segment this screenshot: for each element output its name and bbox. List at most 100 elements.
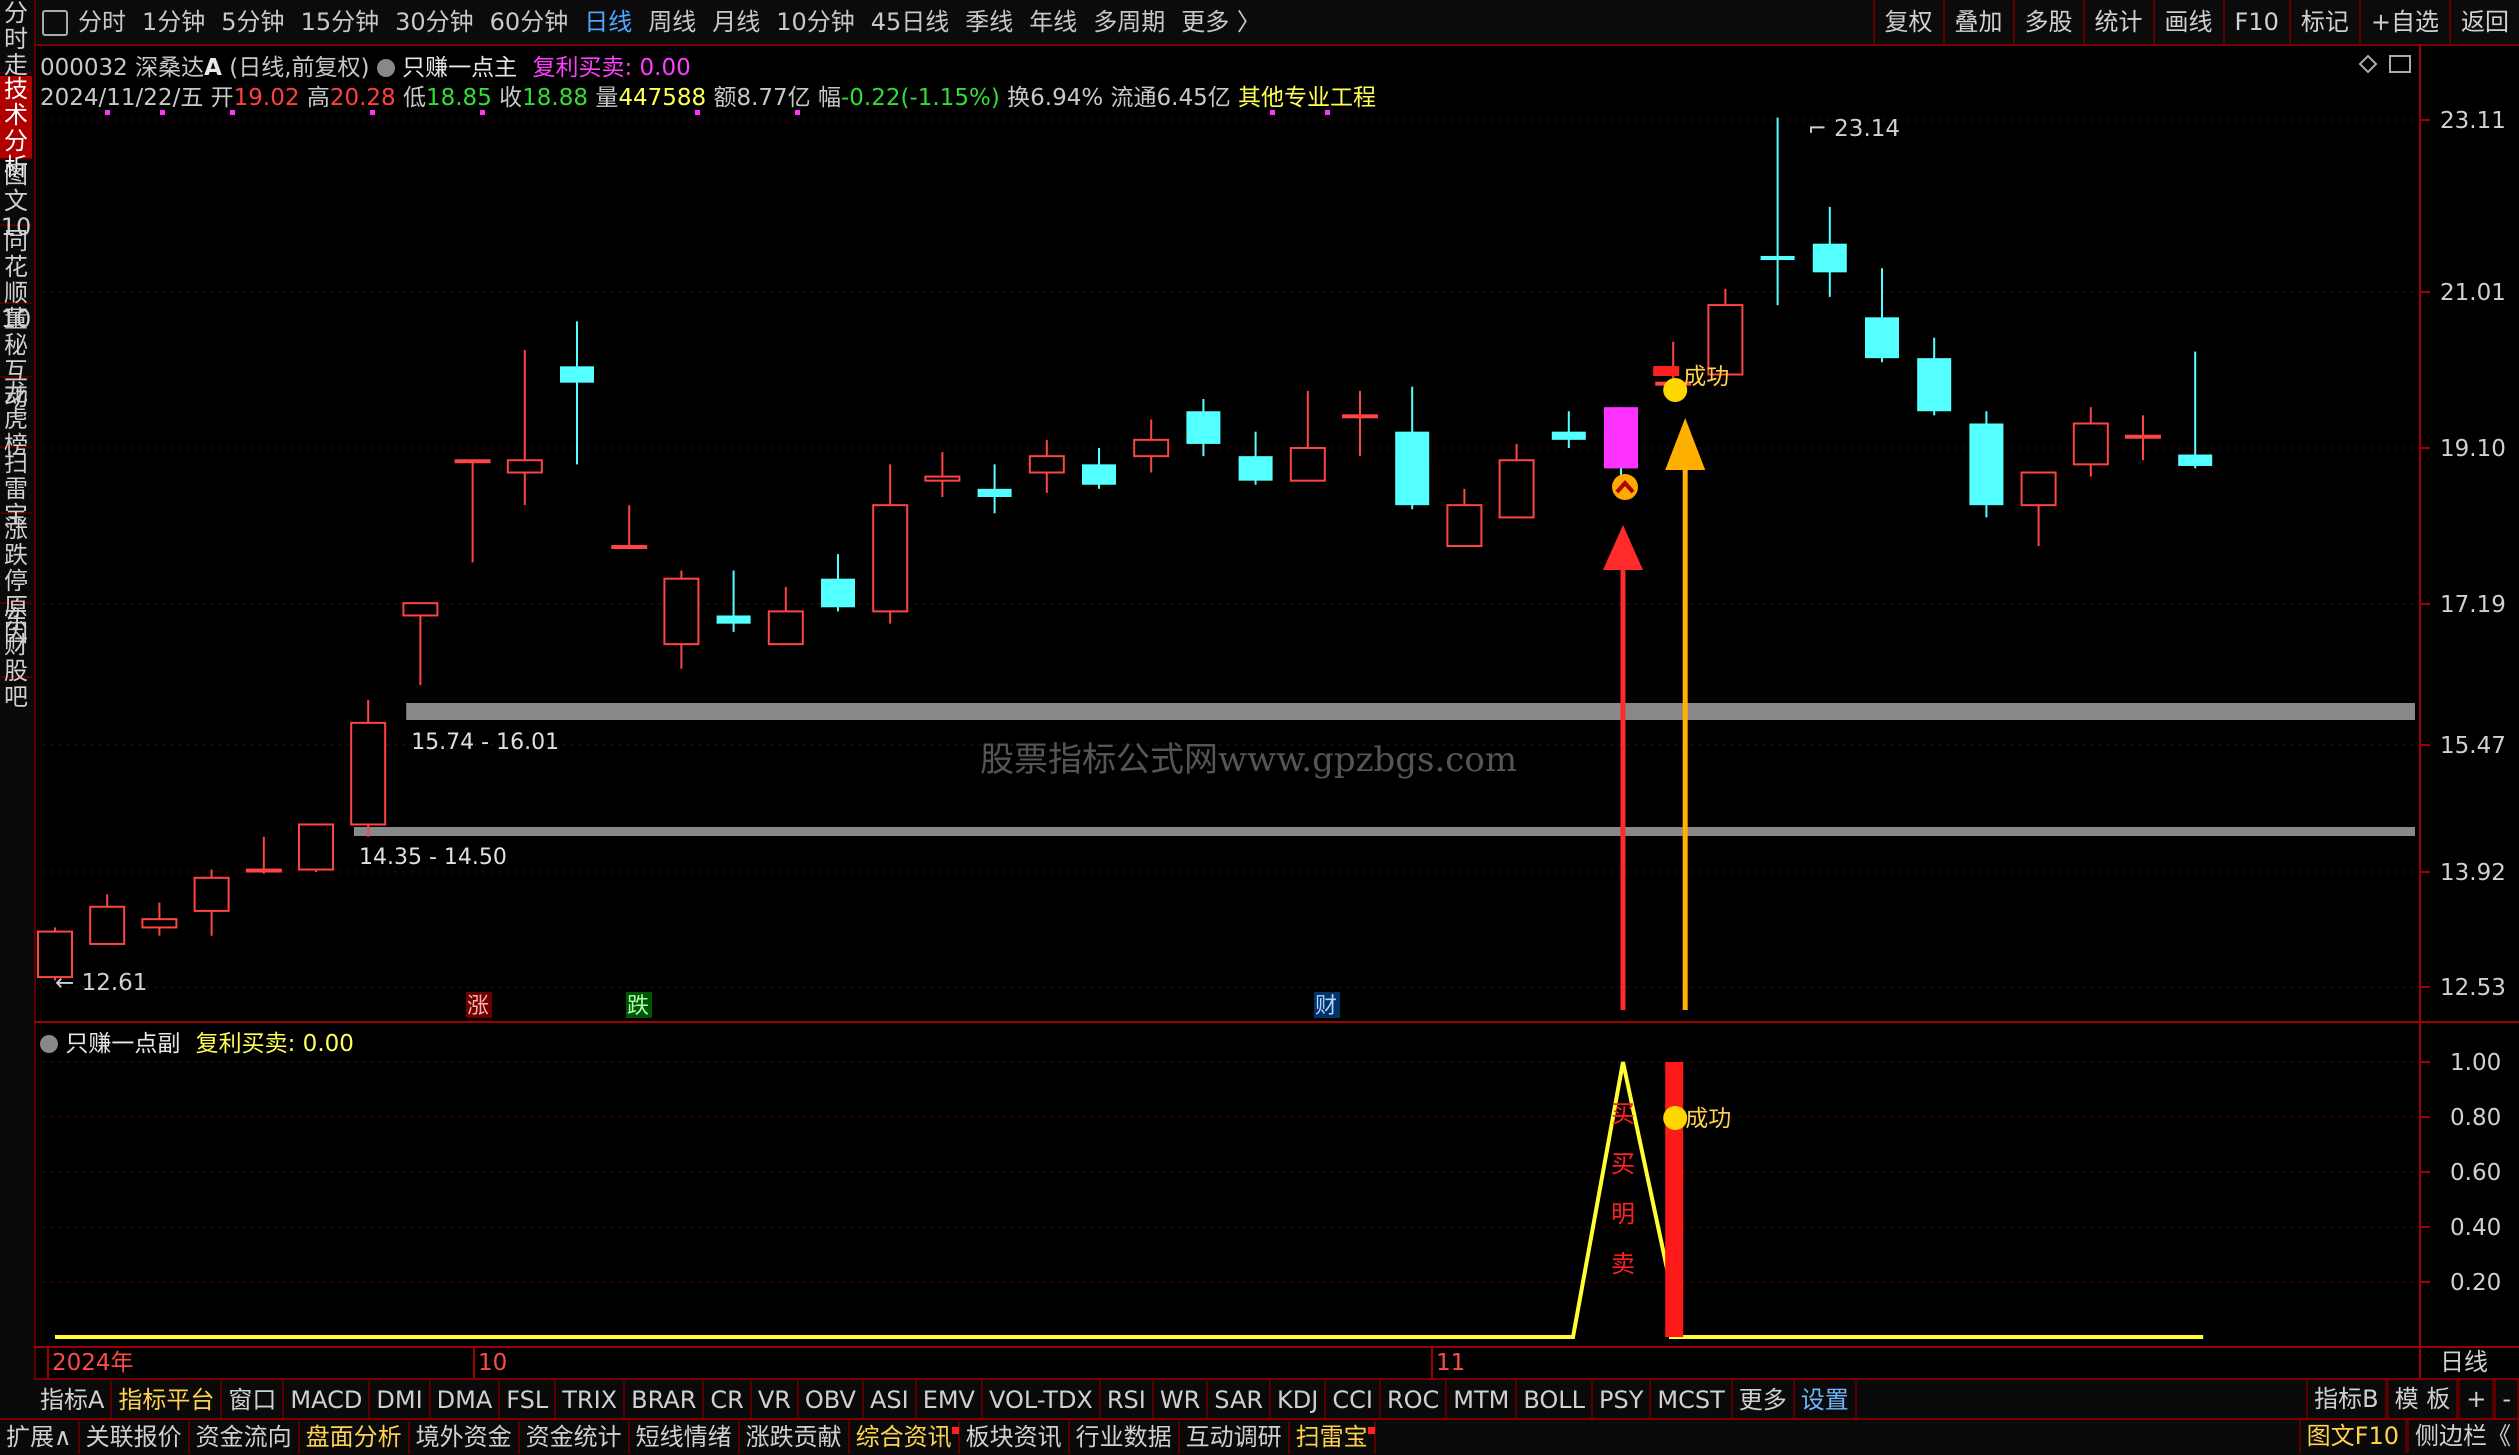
kline-chart[interactable]: 23.11 21.01 19.10 17.19 15.47 13.92 12.53 1.00 0… [0, 0, 2519, 1453]
event-tag: 财 [1315, 994, 1337, 1019]
bottom-tab-9[interactable]: 板块资讯 [960, 1421, 1070, 1454]
bottom-tab-7[interactable]: 涨跌贡献 [740, 1421, 850, 1454]
bottom-tab-label-2: 资金流向 [195, 1423, 292, 1451]
candle-body-up [506, 459, 543, 474]
candle-body-up [872, 504, 909, 613]
watermark: 股票指标公式网www.gpzbgs.com [980, 740, 1518, 780]
signal-candle [1604, 407, 1638, 469]
indicator-tab-10[interactable]: VR [752, 1381, 799, 1419]
indicator-right-2[interactable]: + [2458, 1380, 2495, 1418]
sub-signal-bar [1665, 1062, 1684, 1337]
low-price-label: ← 12.61 [55, 970, 147, 996]
bottom-tab-5[interactable]: 资金统计 [520, 1421, 630, 1454]
bottom-right-1[interactable]: 侧边栏《 [2407, 1420, 2519, 1453]
marker-dot [695, 110, 700, 115]
bottom-tab-11[interactable]: 互动调研 [1180, 1421, 1290, 1454]
indicator-tab-bar: 指标A 指标平台 窗口 MACD DMI DMA FSL TRIX BRAR CR VR OBV ASI… [34, 1378, 2519, 1420]
event-tag: 涨 [467, 994, 489, 1019]
buy-signal-icon [1612, 474, 1638, 500]
price-tick-label: 17.19 [2440, 592, 2506, 618]
bottom-right-0[interactable]: 图文F10 [2298, 1420, 2407, 1453]
candle-body-up [1342, 414, 1378, 419]
indicator-tab-11[interactable]: OBV [799, 1381, 864, 1419]
indicator-right-0[interactable]: 指标B [2306, 1380, 2387, 1418]
bottom-tab-6[interactable]: 短线情绪 [630, 1421, 740, 1454]
indicator-tab-24[interactable]: MCST [1651, 1381, 1733, 1419]
event-tag: 跌 [627, 994, 649, 1019]
indicator-tab-21[interactable]: MTM [1447, 1381, 1518, 1419]
bottom-tab-10[interactable]: 行业数据 [1070, 1421, 1180, 1454]
bottom-right-buttons: 图文F10 侧边栏《 [2298, 1420, 2519, 1453]
sub-indicator-name[interactable]: 只赚一点副 [65, 1031, 180, 1057]
bottom-tab-12[interactable]: 扫雷宝 [1290, 1421, 1376, 1454]
price-zone-band [406, 703, 2416, 720]
candle-body-up [1446, 504, 1483, 548]
bottom-tab-0[interactable]: 扩展∧ [0, 1421, 80, 1454]
period-label: 日线 [2440, 1348, 2488, 1376]
indicator-tab-7[interactable]: TRIX [556, 1381, 626, 1419]
marker-dot [1325, 110, 1330, 115]
indicator-tab-6[interactable]: FSL [500, 1381, 557, 1419]
bottom-tab-4[interactable]: 境外资金 [410, 1421, 520, 1454]
indicator-tab-15[interactable]: RSI [1101, 1381, 1154, 1419]
candle-body-down [716, 615, 751, 624]
bottom-tab-3[interactable]: 盘面分析 [300, 1421, 410, 1454]
sub-indicator-toggle-icon[interactable] [40, 1035, 58, 1053]
bottom-tab-label-8: 综合资讯 [855, 1423, 952, 1451]
candle-body-down [1969, 423, 2004, 506]
indicator-tab-5[interactable]: DMA [431, 1381, 501, 1419]
bottom-tab-label-7: 涨跌贡献 [745, 1423, 842, 1451]
candle-body-up [350, 721, 387, 826]
indicator-tab-12[interactable]: ASI [864, 1381, 917, 1419]
sub-tick-label: 0.40 [2450, 1215, 2501, 1241]
bottom-tab-8[interactable]: 综合资讯 [850, 1421, 960, 1454]
sell-arrow-head [1665, 418, 1706, 470]
indicator-tab-18[interactable]: KDJ [1271, 1381, 1327, 1419]
marker-dot [795, 110, 800, 115]
sub-tick-label: 1.00 [2450, 1050, 2501, 1076]
indicator-tab-17[interactable]: SAR [1208, 1381, 1272, 1419]
indicator-tab-2[interactable]: 窗口 [222, 1381, 285, 1419]
indicator-tab-25[interactable]: 更多 [1733, 1381, 1795, 1419]
indicator-tab-23[interactable]: PSY [1593, 1381, 1652, 1419]
indicator-tab-4[interactable]: DMI [370, 1381, 431, 1419]
indicator-tab-14[interactable]: VOL-TDX [983, 1381, 1101, 1419]
price-zone-label: 14.35 - 14.50 [359, 845, 507, 870]
indicator-right-1[interactable]: 模 板 [2386, 1380, 2459, 1418]
indicator-tab-13[interactable]: EMV [917, 1381, 983, 1419]
new-dot-icon [951, 1427, 959, 1434]
sub-tick-label: 0.80 [2450, 1105, 2501, 1131]
sub-indicator-value: 复利买卖: 0.00 [195, 1031, 354, 1057]
indicator-tab-9[interactable]: CR [704, 1381, 752, 1419]
sub-success-label: 成功 [1685, 1106, 1731, 1132]
bottom-tab-label-5: 资金统计 [525, 1423, 622, 1451]
candle-body-down [1395, 431, 1430, 506]
indicator-tab-8[interactable]: BRAR [625, 1381, 705, 1419]
candle-body-up [924, 475, 961, 482]
candle-body-up [1289, 447, 1326, 482]
indicator-tab-1[interactable]: 指标平台 [112, 1381, 223, 1419]
bottom-tab-label-10: 行业数据 [1075, 1423, 1172, 1451]
indicator-tab-26[interactable]: 设置 [1795, 1381, 1857, 1419]
indicator-tab-3[interactable]: MACD [284, 1381, 371, 1419]
bottom-tab-label-9: 板块资讯 [965, 1423, 1062, 1451]
price-tick-label: 23.11 [2440, 108, 2506, 134]
bottom-tab-2[interactable]: 资金流向 [190, 1421, 300, 1454]
bottom-tab-1[interactable]: 关联报价 [80, 1421, 190, 1454]
indicator-tab-16[interactable]: WR [1154, 1381, 1209, 1419]
x-axis-label: 10 [478, 1350, 507, 1376]
bottom-tab-label-1: 关联报价 [85, 1423, 182, 1451]
indicator-tab-19[interactable]: CCI [1326, 1381, 1381, 1419]
bottom-tab-label-12: 扫雷宝 [1295, 1423, 1368, 1451]
candle-body-up [2125, 434, 2161, 439]
buy-arrow-head [1603, 525, 1643, 570]
indicator-tab-22[interactable]: BOLL [1517, 1381, 1594, 1419]
candle-body-up [1498, 459, 1535, 519]
indicator-tab-20[interactable]: ROC [1381, 1381, 1448, 1419]
marker-dot [1270, 110, 1275, 115]
indicator-tab-0[interactable]: 指标A [34, 1381, 113, 1419]
price-tick-label: 15.47 [2440, 733, 2506, 759]
bottom-tab-label-4: 境外资金 [415, 1423, 512, 1451]
indicator-right-3[interactable]: - [2494, 1380, 2519, 1418]
candle-body-up [193, 876, 230, 912]
